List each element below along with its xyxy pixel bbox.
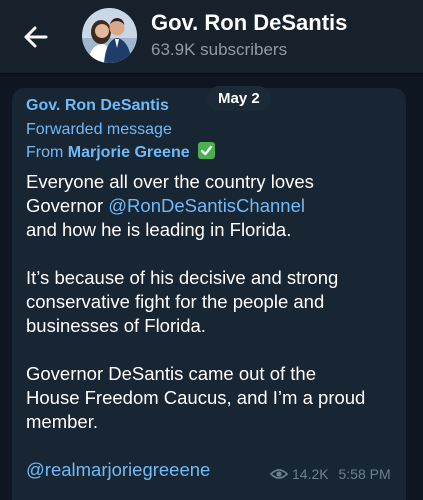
subscriber-count: 63.9K subscribers bbox=[151, 40, 288, 59]
message-text-governor: Governor bbox=[26, 195, 109, 216]
message-meta: 14.2K 5:58 PM bbox=[270, 466, 391, 482]
forwarded-label: Forwarded message bbox=[26, 121, 172, 138]
message-line-6: businesses of Florida. bbox=[26, 315, 206, 336]
arrow-left-icon bbox=[24, 26, 48, 48]
channel-header: Gov. Ron DeSantis 63.9K subscribers bbox=[0, 0, 423, 73]
message-line-1: Everyone all over the country loves bbox=[26, 171, 314, 192]
author-mention-link[interactable]: @realmarjoriegreeene bbox=[26, 458, 210, 482]
view-count: 14.2K bbox=[292, 466, 329, 482]
message-time: 5:58 PM bbox=[338, 466, 391, 482]
forwarded-from[interactable]: From Marjorie Greene bbox=[26, 142, 216, 162]
message-line-8: House Freedom Caucus, and I’m a proud bbox=[26, 387, 366, 408]
message-line-7: Governor DeSantis came out of the bbox=[26, 363, 316, 384]
message-line-9: member. bbox=[26, 411, 98, 432]
channel-avatar[interactable] bbox=[82, 8, 137, 63]
from-prefix: From bbox=[26, 144, 64, 161]
message-line-2: Governor @RonDeSantisChannel bbox=[26, 194, 305, 218]
channel-sender-name[interactable]: Gov. Ron DeSantis bbox=[26, 97, 169, 115]
channel-title[interactable]: Gov. Ron DeSantis bbox=[151, 10, 347, 36]
back-button[interactable] bbox=[16, 20, 56, 54]
date-pill: May 2 bbox=[207, 86, 271, 111]
message-bubble[interactable]: Gov. Ron DeSantis Forwarded message From… bbox=[12, 88, 406, 500]
channel-mention-link[interactable]: @RonDeSantisChannel bbox=[108, 195, 305, 216]
forwarded-from-name[interactable]: Marjorie Greene bbox=[68, 144, 190, 161]
message-line-4: It’s because of his decisive and strong bbox=[26, 267, 339, 288]
avatar-photo bbox=[82, 8, 137, 63]
check-mark-icon bbox=[198, 142, 216, 159]
telegram-channel-view: Gov. Ron DeSantis 63.9K subscribers Gov.… bbox=[0, 0, 423, 500]
message-line-3: and how he is leading in Florida. bbox=[26, 219, 292, 240]
eye-icon bbox=[270, 469, 288, 479]
message-line-5: conservative fight for the people and bbox=[26, 291, 325, 312]
